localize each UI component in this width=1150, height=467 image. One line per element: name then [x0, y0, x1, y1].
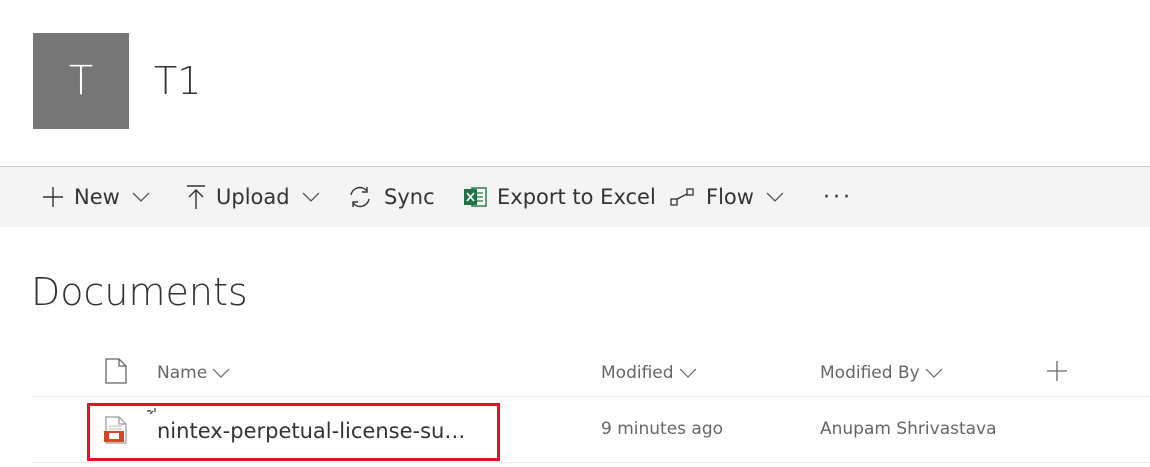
plus-icon [1046, 360, 1068, 387]
export-to-excel-button[interactable]: Export to Excel [463, 167, 656, 227]
sync-icon [346, 185, 374, 209]
sync-button[interactable]: Sync [346, 167, 435, 227]
name-column-header[interactable]: Name [157, 358, 230, 388]
modified-column-label: Modified [601, 363, 674, 383]
site-logo[interactable]: T [33, 33, 129, 129]
chevron-down-icon [212, 368, 230, 378]
upload-label: Upload [216, 185, 290, 209]
modified-by-link[interactable]: Anupam Shrivastava [820, 419, 997, 439]
upload-icon [186, 184, 206, 210]
name-column-label: Name [157, 363, 208, 383]
powerpoint-file-icon [103, 416, 129, 449]
chevron-down-icon [302, 192, 320, 202]
modified-by-column-header[interactable]: Modified By [820, 358, 943, 388]
site-title[interactable]: T1 [154, 58, 201, 104]
flow-label: Flow [706, 185, 754, 209]
more-icon: ··· [823, 184, 853, 210]
excel-icon [463, 186, 487, 208]
flow-icon [670, 187, 696, 207]
file-type-column-header[interactable] [105, 357, 127, 389]
chevron-down-icon [766, 192, 784, 202]
site-header: T T1 [0, 0, 1150, 166]
sync-label: Sync [384, 185, 435, 209]
upload-button[interactable]: Upload [186, 167, 320, 227]
command-bar: New Upload Sync Export to Excel Flow ··· [0, 166, 1150, 227]
file-name-link[interactable]: nintex-perpetual-license-suppo... [157, 419, 467, 443]
more-options-button[interactable]: ··· [823, 167, 853, 227]
modified-by-column-label: Modified By [820, 363, 920, 383]
new-button[interactable]: New [42, 167, 150, 227]
modified-value: 9 minutes ago [601, 419, 724, 439]
chevron-down-icon [925, 368, 943, 378]
site-logo-letter: T [68, 58, 94, 104]
table-row[interactable]: nintex-perpetual-license-suppo... 9 minu… [31, 397, 1150, 463]
library-title[interactable]: Documents [31, 266, 248, 318]
document-icon [105, 357, 127, 389]
export-to-excel-label: Export to Excel [497, 185, 656, 209]
flow-button[interactable]: Flow [670, 167, 784, 227]
plus-icon [42, 186, 64, 208]
new-label: New [74, 185, 120, 209]
chevron-down-icon [132, 192, 150, 202]
add-column-button[interactable] [1046, 358, 1068, 388]
modified-column-header[interactable]: Modified [601, 358, 697, 388]
chevron-down-icon [679, 368, 697, 378]
